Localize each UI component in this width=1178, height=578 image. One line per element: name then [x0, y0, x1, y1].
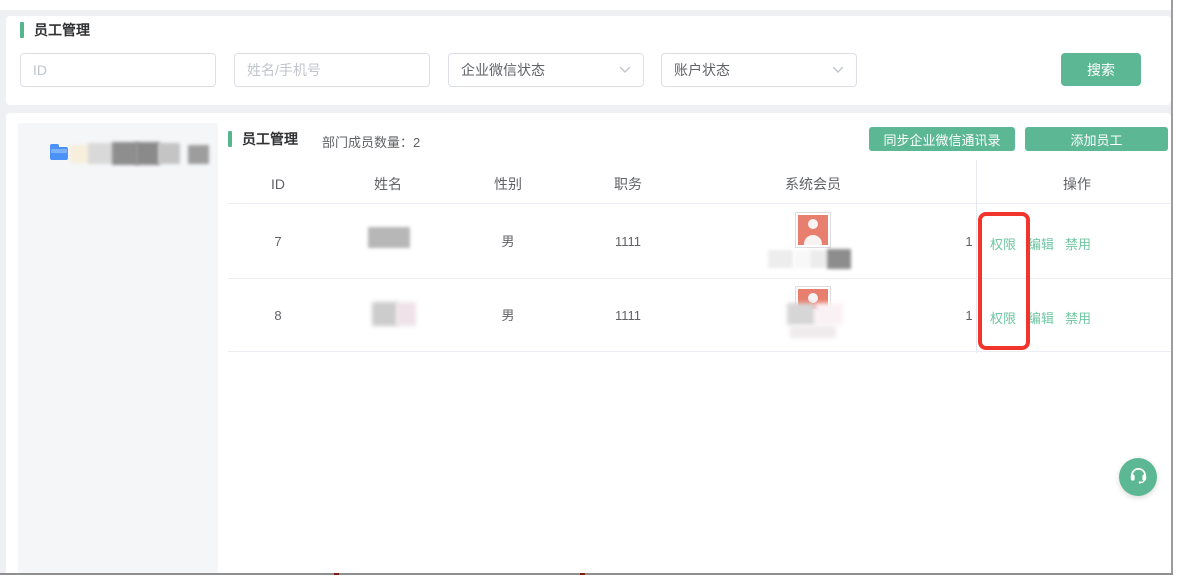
row1-redacted-text	[810, 250, 827, 268]
row1-duty: 1111	[588, 234, 668, 249]
row-divider	[228, 351, 1171, 352]
row2-gender: 男	[468, 308, 548, 323]
row1-truncated-value: 1	[962, 234, 976, 249]
row2-redacted-text	[787, 303, 815, 325]
member-count-label: 部门成员数量：2	[322, 132, 420, 151]
row2-redacted-name	[396, 302, 416, 326]
id-field-wrap	[20, 53, 216, 87]
fixed-column-divider	[976, 160, 977, 353]
customer-service-button[interactable]	[1119, 458, 1157, 496]
department-tree-item[interactable]	[46, 142, 216, 168]
account-status-select[interactable]: 账户状态	[661, 53, 857, 87]
row2-id: 8	[238, 308, 318, 323]
person-icon	[798, 215, 828, 245]
search-button[interactable]: 搜索	[1061, 53, 1141, 86]
panel-title-accent-bar	[228, 131, 232, 147]
redacted-text	[136, 142, 160, 165]
annotation-red-tick	[334, 573, 339, 575]
row2-redacted-text	[815, 303, 843, 325]
redacted-text	[158, 143, 180, 164]
wechat-status-value: 企业微信状态	[461, 60, 545, 80]
col-header-gender: 性别	[468, 176, 548, 192]
col-header-name: 姓名	[348, 176, 428, 192]
frame-right-margin	[1173, 0, 1178, 578]
filter-title-accent-bar	[20, 22, 24, 38]
row1-id: 7	[238, 234, 318, 249]
page: 员工管理 企业微信状态 账户状态 搜索 员工管理 部门成员数量：2 同步企业微信…	[0, 0, 1178, 578]
headset-icon	[1128, 464, 1149, 490]
sync-wechat-contacts-button[interactable]: 同步企业微信通讯录	[869, 127, 1015, 151]
col-header-id: ID	[238, 176, 318, 192]
name-phone-input[interactable]	[234, 53, 430, 87]
row2-duty: 1111	[588, 308, 668, 323]
row2-disable-link[interactable]: 禁用	[1063, 308, 1093, 327]
col-header-member: 系统会员	[753, 176, 873, 192]
account-status-value: 账户状态	[674, 60, 730, 80]
filter-card-title: 员工管理	[34, 22, 90, 38]
col-header-duty: 职务	[588, 176, 668, 192]
row1-redacted-text	[794, 250, 810, 268]
row1-gender: 男	[468, 234, 548, 249]
row1-member-avatar	[795, 212, 831, 248]
wechat-status-select[interactable]: 企业微信状态	[448, 53, 644, 87]
id-input[interactable]	[20, 53, 216, 87]
col-header-actions: 操作	[1017, 176, 1137, 192]
top-strip	[0, 0, 1178, 10]
row2-truncated-value: 1	[962, 308, 976, 323]
folder-icon	[50, 147, 68, 160]
row1-redacted-name	[368, 227, 410, 248]
annotation-red-tick	[580, 573, 585, 575]
annotation-red-box	[978, 212, 1030, 350]
chevron-down-icon	[619, 61, 631, 79]
panel-title: 员工管理	[242, 131, 298, 147]
redacted-text	[88, 143, 114, 164]
add-employee-button[interactable]: 添加员工	[1025, 127, 1168, 151]
row2-redacted-text	[790, 326, 836, 338]
row1-edit-link[interactable]: 编辑	[1026, 234, 1056, 253]
redacted-text	[112, 142, 138, 165]
row2-edit-link[interactable]: 编辑	[1026, 308, 1056, 327]
redacted-text	[188, 145, 209, 164]
table-header-divider	[228, 203, 1171, 204]
department-tree-panel	[18, 123, 218, 573]
name-field-wrap	[234, 53, 430, 87]
row1-disable-link[interactable]: 禁用	[1063, 234, 1093, 253]
row2-redacted-name	[372, 302, 398, 326]
row1-redacted-text	[827, 249, 851, 269]
chevron-down-icon	[832, 61, 844, 79]
row1-redacted-text	[768, 250, 793, 268]
